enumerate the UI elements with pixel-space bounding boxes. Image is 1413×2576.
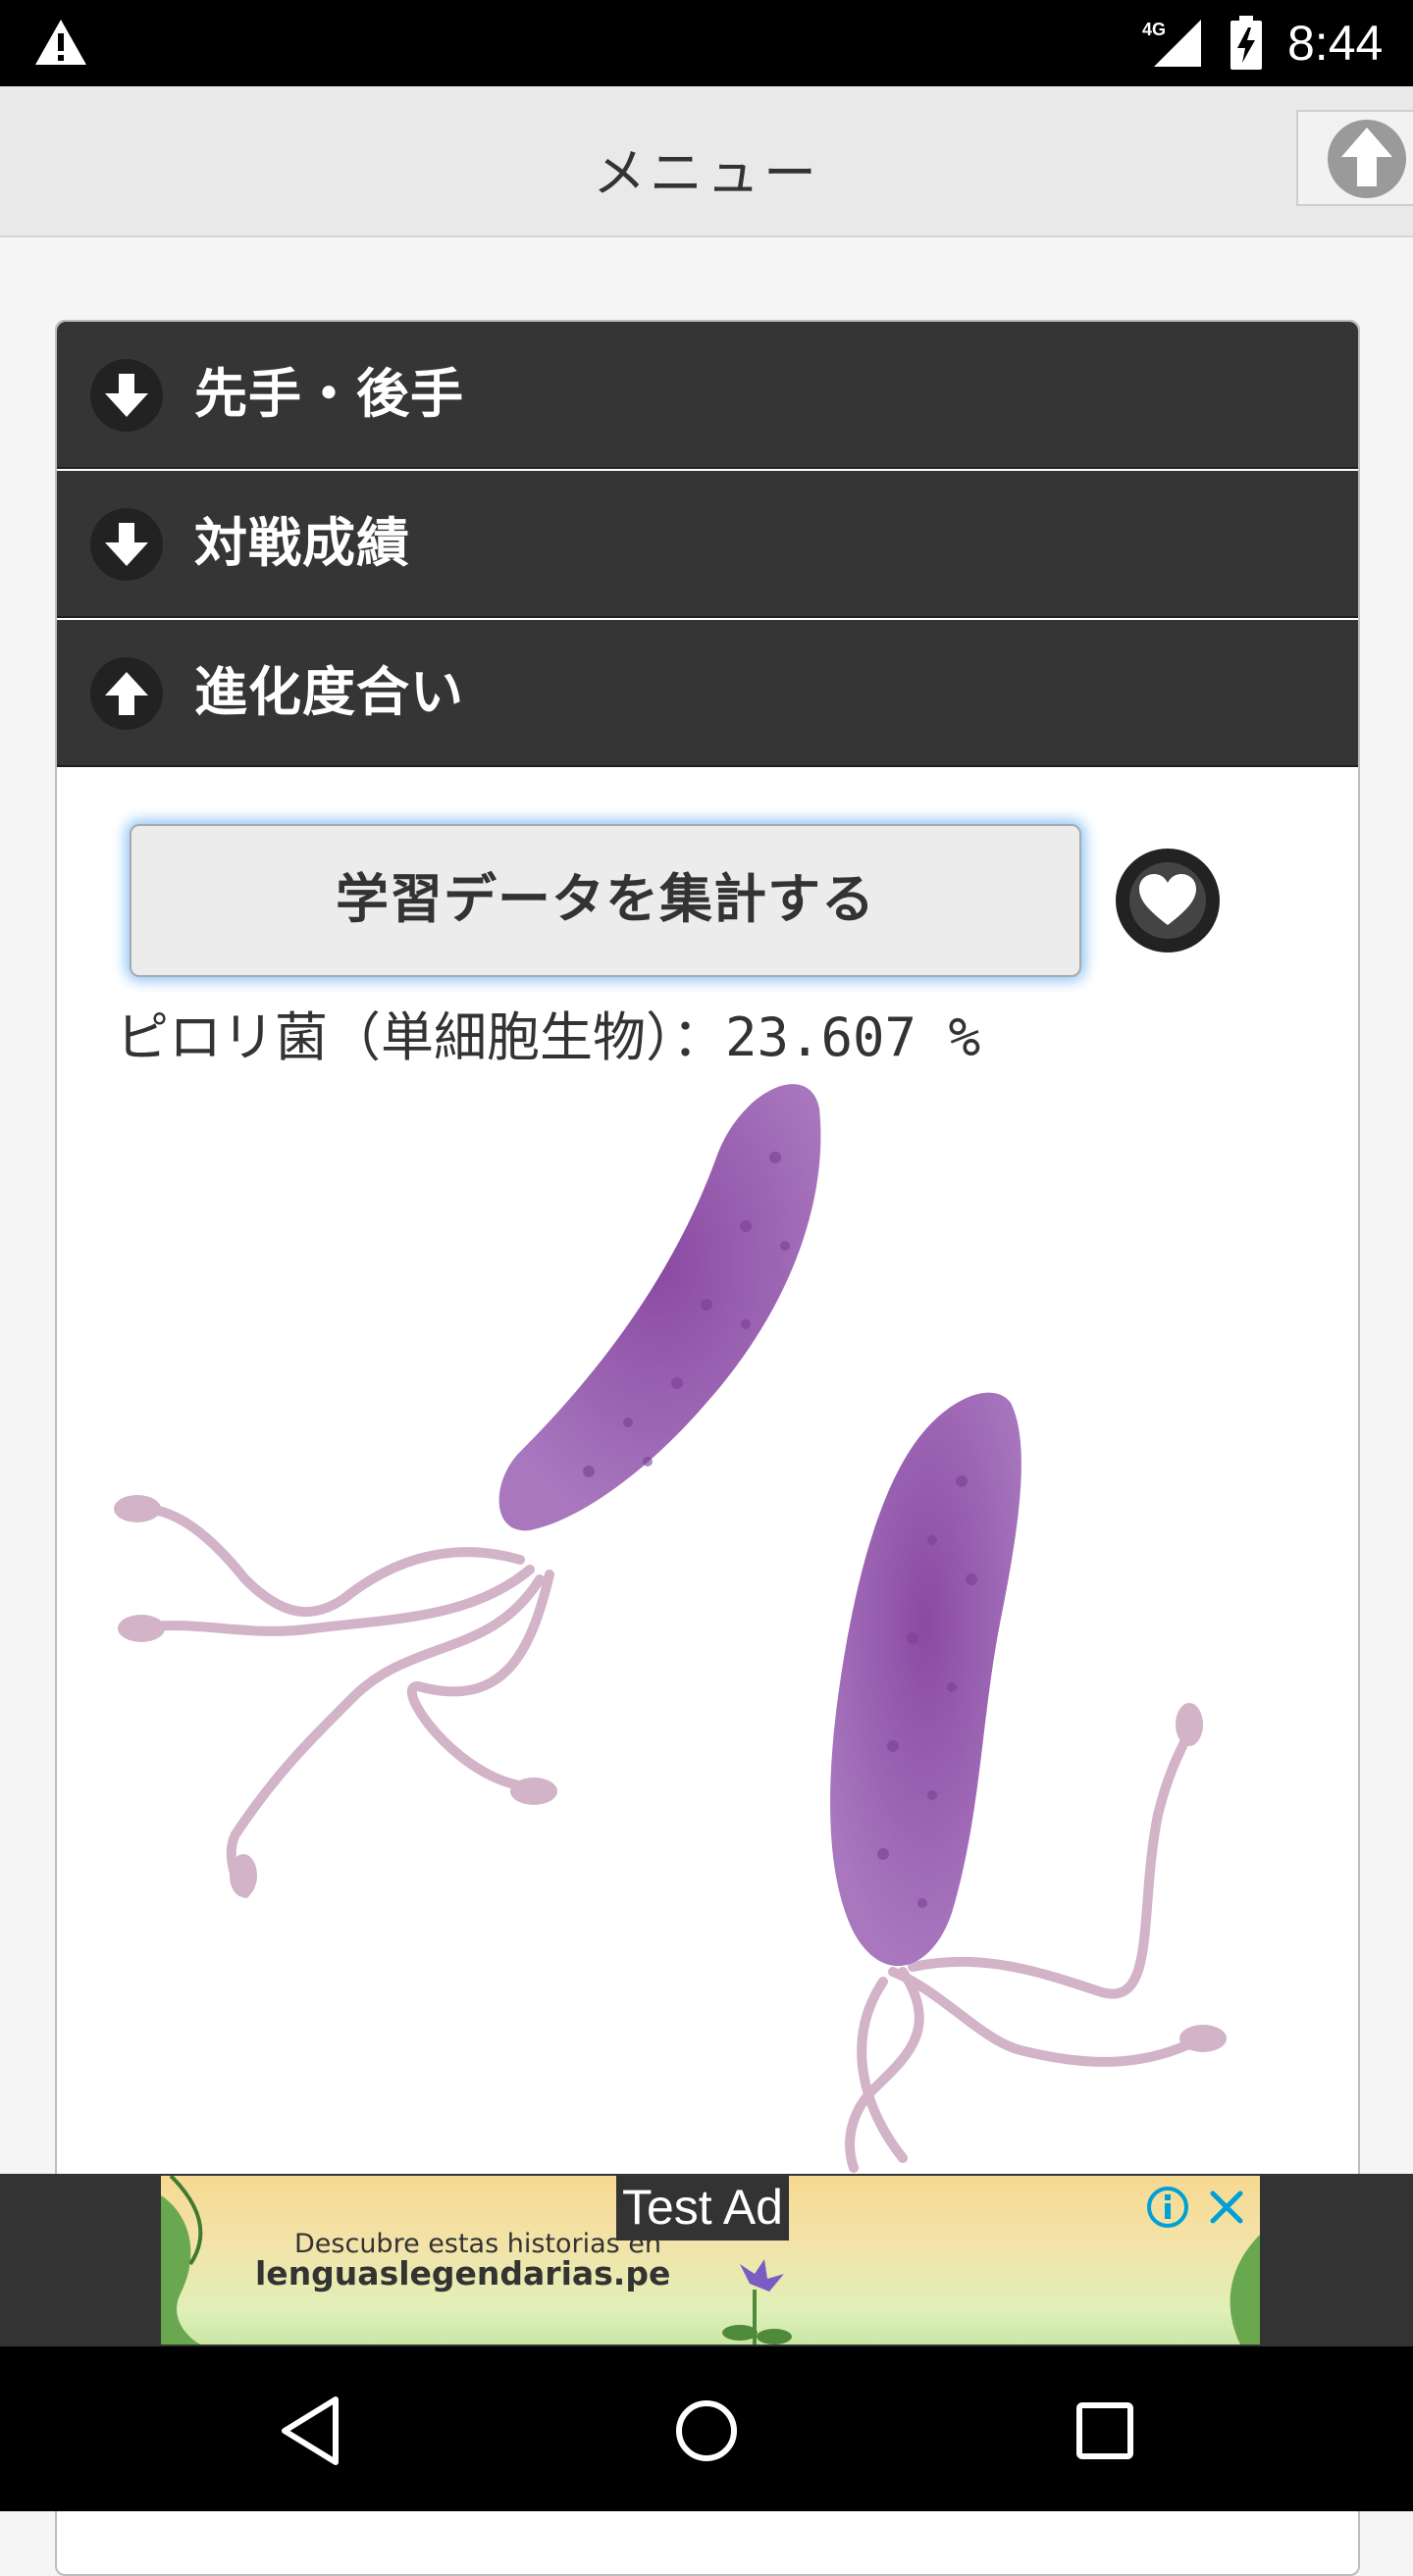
arrow-down-circle-icon — [90, 508, 163, 581]
navigation-bar — [0, 2346, 1413, 2511]
favorite-button[interactable] — [1116, 849, 1220, 953]
ad-banner[interactable]: Descubre estas historias en lenguaslegen… — [161, 2176, 1260, 2344]
cellular-signal-icon: 4G — [1142, 20, 1201, 67]
back-icon[interactable] — [279, 2396, 341, 2466]
info-icon[interactable] — [1146, 2186, 1189, 2229]
app-header: メニュー — [0, 86, 1413, 237]
arrow-up-circle-icon — [1328, 120, 1406, 198]
page-title: メニュー — [593, 142, 820, 204]
leaf-decoration-icon — [1230, 2235, 1260, 2344]
scroll-top-button[interactable] — [1296, 110, 1413, 206]
accordion-label: 先手・後手 — [194, 363, 464, 425]
flower-decoration-icon — [722, 2259, 792, 2344]
arrow-up-circle-icon — [90, 657, 163, 730]
home-icon[interactable] — [673, 2396, 740, 2466]
ad-line-2: lenguaslegendarias.pe — [255, 2254, 671, 2293]
accordion-item-results[interactable]: 対戦成績 — [57, 471, 1358, 618]
stat-value: ：23.607 % — [672, 1006, 981, 1068]
accordion-item-first-second[interactable]: 先手・後手 — [57, 322, 1358, 469]
accordion-item-evolution[interactable]: 進化度合い — [57, 620, 1358, 767]
test-ad-badge: Test Ad — [616, 2176, 789, 2241]
arrow-down-circle-icon — [90, 359, 163, 432]
accordion-label: 進化度合い — [194, 661, 464, 723]
network-type: 4G — [1142, 20, 1166, 39]
clock: 8:44 — [1287, 16, 1384, 71]
heart-icon — [1139, 874, 1196, 925]
leaf-decoration-icon — [161, 2176, 203, 2344]
battery-charging-icon — [1230, 16, 1262, 70]
stat-label: ピロリ菌（単細胞生物） — [116, 1006, 672, 1068]
warning-icon — [35, 20, 86, 65]
recents-icon[interactable] — [1073, 2396, 1136, 2466]
close-icon[interactable] — [1207, 2188, 1246, 2227]
aggregate-learning-data-button[interactable]: 学習データを集計する — [130, 824, 1081, 977]
evolution-stat: ピロリ菌（単細胞生物）：23.607 % — [116, 1006, 980, 1069]
status-bar: 4G 8:44 — [0, 0, 1413, 86]
bacteria-illustration — [114, 1084, 1227, 2173]
accordion-label: 対戦成績 — [194, 512, 410, 574]
